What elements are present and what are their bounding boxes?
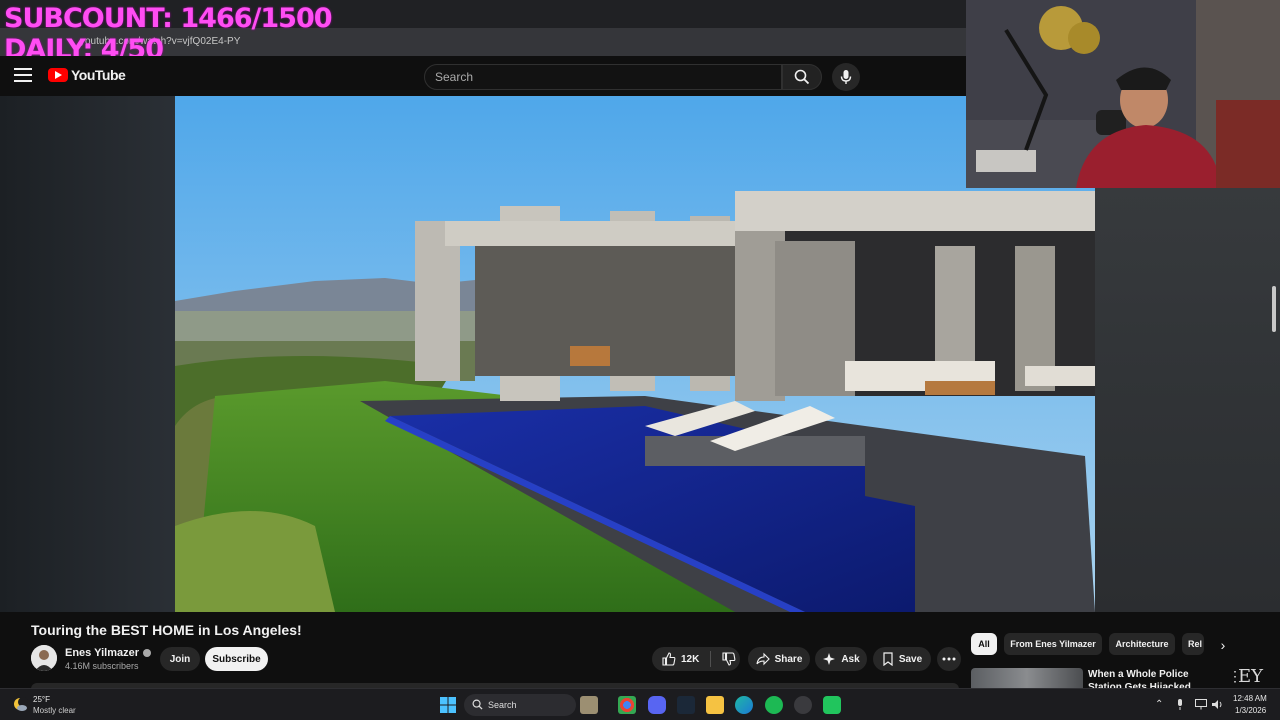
discord-icon[interactable] xyxy=(648,696,666,714)
chevron-right-icon[interactable]: › xyxy=(1214,636,1232,654)
subscribe-button[interactable]: Subscribe xyxy=(205,647,268,671)
chevron-up-icon[interactable]: ⌃ xyxy=(1155,699,1163,710)
share-label: Share xyxy=(774,653,803,665)
recommendation-more-icon[interactable]: ⋮ xyxy=(1228,668,1242,685)
windows-start-icon[interactable] xyxy=(440,697,456,713)
ask-button[interactable]: Ask xyxy=(815,647,867,671)
taskbar-search-icon xyxy=(472,699,483,710)
page-scrollbar[interactable] xyxy=(1272,286,1276,332)
search-button[interactable] xyxy=(782,64,822,90)
chip-all[interactable]: All xyxy=(971,633,997,655)
search-input[interactable]: Search xyxy=(424,64,782,90)
edge-icon[interactable] xyxy=(735,696,753,714)
sparkle-icon xyxy=(823,653,836,665)
avatar-image xyxy=(31,645,57,671)
spotify-icon[interactable] xyxy=(765,696,783,714)
channel-name-text[interactable]: Enes Yilmazer xyxy=(65,647,139,659)
recommendation-title[interactable]: When a Whole Police Station Gets Hijacke… xyxy=(1088,668,1220,688)
youtube-play-icon xyxy=(48,68,68,82)
screen: youtube.com/watch?v=vjfQ02E4-PY SUBCOUNT… xyxy=(0,0,1280,720)
save-button[interactable]: Save xyxy=(873,647,931,671)
recommendation-thumbnail[interactable] xyxy=(971,668,1083,690)
taskbar-search-label: Search xyxy=(488,700,517,710)
video-thumbnail-house-image xyxy=(175,96,1095,612)
thumbs-down-icon[interactable] xyxy=(722,652,736,666)
youtube-logo-text: YouTube xyxy=(71,67,126,83)
channel-avatar[interactable] xyxy=(31,645,57,671)
streamer-webcam-overlay xyxy=(966,0,1280,188)
microphone-icon xyxy=(840,70,852,84)
windows-taskbar: 25°F Mostly clear Search ⌃ 12:48 AM 1/3/… xyxy=(0,688,1280,720)
subcount-overlay: SUBCOUNT: 1466/1500 xyxy=(4,3,333,34)
weather-moon-icon[interactable] xyxy=(12,696,28,712)
steam-icon[interactable] xyxy=(677,696,695,714)
more-actions-button[interactable] xyxy=(937,647,961,671)
ask-label: Ask xyxy=(841,653,860,665)
chip-related[interactable]: Rel xyxy=(1182,633,1204,655)
voice-search-button[interactable] xyxy=(832,63,860,91)
join-button[interactable]: Join xyxy=(160,647,200,671)
webcam-image xyxy=(966,0,1280,188)
chip-architecture[interactable]: Architecture xyxy=(1109,633,1175,655)
bookmark-icon xyxy=(883,652,893,666)
thumbs-up-icon[interactable] xyxy=(662,652,676,666)
video-frame[interactable] xyxy=(175,96,1095,612)
search-icon xyxy=(794,69,810,85)
share-icon xyxy=(756,652,770,666)
weather-temperature[interactable]: 25°F xyxy=(33,695,50,704)
widget-app-icon[interactable] xyxy=(580,696,598,714)
video-title: Touring the BEST HOME in Los Angeles! xyxy=(31,622,302,638)
obs-icon[interactable] xyxy=(794,696,812,714)
channel-name[interactable]: Enes Yilmazer xyxy=(65,647,151,659)
app-icon[interactable] xyxy=(823,696,841,714)
youtube-logo[interactable]: YouTube xyxy=(48,67,126,83)
save-label: Save xyxy=(898,653,923,665)
clock-date[interactable]: 1/3/2026 xyxy=(1235,706,1266,715)
clock-time[interactable]: 12:48 AM xyxy=(1233,694,1267,703)
verified-icon xyxy=(143,649,151,658)
share-button[interactable]: Share xyxy=(748,647,810,671)
file-explorer-icon[interactable] xyxy=(706,696,724,714)
microphone-tray-icon[interactable] xyxy=(1176,699,1184,711)
like-count[interactable]: 12K xyxy=(681,654,699,665)
hamburger-menu-icon[interactable] xyxy=(14,68,32,82)
weather-description[interactable]: Mostly clear xyxy=(33,706,76,715)
taskbar-search[interactable]: Search xyxy=(464,694,576,716)
subscriber-count: 4.16M subscribers xyxy=(65,661,139,671)
chip-from-channel[interactable]: From Enes Yilmazer xyxy=(1004,633,1102,655)
display-tray-icon[interactable] xyxy=(1195,699,1207,710)
like-divider xyxy=(710,651,712,667)
like-dislike-group: 12K xyxy=(652,647,740,671)
speaker-tray-icon[interactable] xyxy=(1212,699,1224,710)
more-horizontal-icon xyxy=(942,657,956,661)
chrome-icon[interactable] xyxy=(618,696,636,714)
